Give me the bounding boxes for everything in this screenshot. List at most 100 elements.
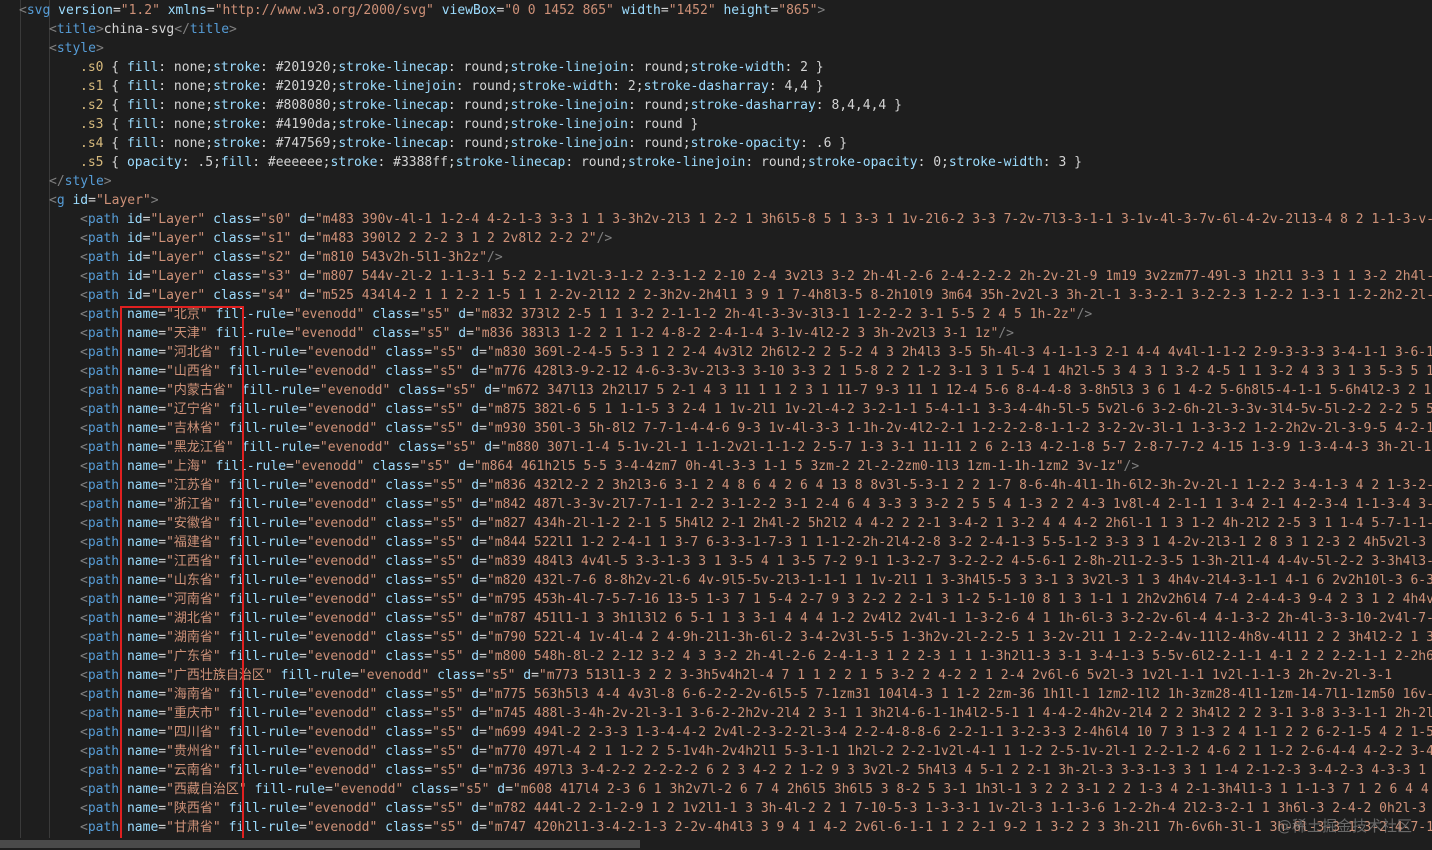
code-token: < bbox=[80, 326, 88, 341]
code-token: = bbox=[307, 269, 315, 284]
code-token: = bbox=[252, 269, 261, 284]
code-token: > bbox=[817, 3, 826, 18]
code-token: = bbox=[158, 630, 167, 645]
code-token: = bbox=[411, 459, 420, 474]
scrollbar-thumb[interactable] bbox=[0, 840, 640, 848]
code-token: = bbox=[411, 326, 420, 341]
code-token: = bbox=[479, 421, 487, 436]
code-token: name bbox=[126, 345, 159, 360]
code-token: stroke-opacity bbox=[807, 155, 918, 170]
code-token: "evenodd" bbox=[306, 478, 378, 493]
code-token: d bbox=[471, 725, 480, 740]
code-token: path bbox=[87, 668, 120, 683]
code-token: fill-rule bbox=[280, 668, 352, 683]
code-token: : round; bbox=[447, 60, 511, 75]
code-line: <path name="贵州省" fill-rule="evenodd" cla… bbox=[0, 742, 1432, 761]
code-token: fill-rule bbox=[228, 801, 300, 816]
code-token: = bbox=[479, 706, 487, 721]
code-line: .s0 { fill: none;stroke: #201920;stroke-… bbox=[0, 58, 1432, 77]
code-token: "evenodd" bbox=[306, 763, 378, 778]
code-token: fill-rule bbox=[228, 478, 300, 493]
code-token: "1.2" bbox=[120, 3, 160, 18]
code-token: name bbox=[126, 478, 159, 493]
code-line: .s4 { fill: none;stroke: #747569;stroke-… bbox=[0, 134, 1432, 153]
code-token: < bbox=[80, 706, 88, 721]
code-token: = bbox=[158, 668, 167, 683]
code-token: d bbox=[471, 763, 480, 778]
code-token: "evenodd" bbox=[306, 630, 378, 645]
code-token: class bbox=[385, 820, 425, 835]
code-token: "s3" bbox=[260, 269, 292, 284]
code-token: d bbox=[299, 212, 308, 227]
code-line: <path name="江苏省" fill-rule="evenodd" cla… bbox=[0, 476, 1432, 495]
code-token: d bbox=[471, 516, 480, 531]
code-token: "m745 488l-3-4h-2v-2l-3-1 3-6-2-2h2v-2l4… bbox=[486, 706, 1432, 721]
code-token: "m810 543v2h-5l1-3h2z" bbox=[314, 250, 488, 265]
code-token: fill-rule bbox=[228, 611, 300, 626]
code-token: "m839 484l3 4v4l-5 3-3-1-3 3 1 3-5 4 1 3… bbox=[486, 554, 1432, 569]
code-token: path bbox=[87, 440, 120, 455]
code-token: d bbox=[471, 364, 480, 379]
code-token: class bbox=[385, 706, 425, 721]
code-token: "s5" bbox=[419, 459, 451, 474]
code-token: "m800 548h-8l-2 2-12 3-2 4 3 3-2 2h-4l-2… bbox=[486, 649, 1432, 664]
code-token: "m930 350l-3 5h-8l2 7-7-1-4-4-6 9-3 1v-4… bbox=[486, 421, 1432, 436]
code-token: class bbox=[385, 763, 425, 778]
code-line: <path name="河南省" fill-rule="evenodd" cla… bbox=[0, 590, 1432, 609]
code-token: "m787 451l1-1 3 3h1l3l2 6 5-1 1 3 3-1 4 … bbox=[486, 611, 1432, 626]
code-token: name bbox=[126, 801, 159, 816]
code-token: "m830 369l-2-4-5 5-3 1 2 2-4 4v3l2 2h6l2… bbox=[486, 345, 1432, 360]
code-token: class bbox=[398, 440, 438, 455]
code-token: stroke-dasharray bbox=[643, 79, 769, 94]
code-token: = bbox=[299, 687, 307, 702]
code-token: < bbox=[80, 516, 88, 531]
code-token: = bbox=[299, 402, 307, 417]
code-editor[interactable]: <svg version="1.2" xmlns="http://www.w3.… bbox=[0, 0, 1432, 850]
code-token: path bbox=[87, 288, 120, 303]
code-token: = bbox=[424, 611, 433, 626]
code-token: "m699 494l-2 2-3-3 1-3-4-4-2 2v4l-2-3-2-… bbox=[486, 725, 1432, 740]
code-token: = bbox=[299, 820, 307, 835]
code-token: "福建省" bbox=[166, 535, 221, 550]
code-token: < bbox=[80, 231, 88, 246]
code-token: "s5" bbox=[432, 706, 464, 721]
code-token: stroke-linejoin bbox=[510, 117, 628, 132]
code-token: d bbox=[471, 744, 480, 759]
code-token: : none; bbox=[158, 117, 214, 132]
code-token: d bbox=[471, 402, 480, 417]
code-token: path bbox=[87, 573, 120, 588]
code-token: fill-rule bbox=[215, 307, 287, 322]
code-token: { bbox=[103, 60, 127, 75]
code-token: = bbox=[88, 193, 96, 208]
horizontal-scrollbar[interactable] bbox=[0, 838, 1432, 850]
code-token: : .5; bbox=[181, 155, 221, 170]
code-token: path bbox=[87, 364, 120, 379]
code-token: fill-rule bbox=[228, 345, 300, 360]
code-token: = bbox=[158, 345, 167, 360]
code-token: "s5" bbox=[432, 820, 464, 835]
code-token: fill-rule bbox=[228, 497, 300, 512]
code-token: fill bbox=[126, 79, 159, 94]
code-token: name bbox=[126, 516, 159, 531]
code-token: path bbox=[87, 269, 120, 284]
code-token: "1452" bbox=[668, 3, 716, 18]
code-token: = bbox=[424, 516, 433, 531]
code-token: id bbox=[126, 250, 143, 265]
code-token: : #201920; bbox=[260, 60, 339, 75]
